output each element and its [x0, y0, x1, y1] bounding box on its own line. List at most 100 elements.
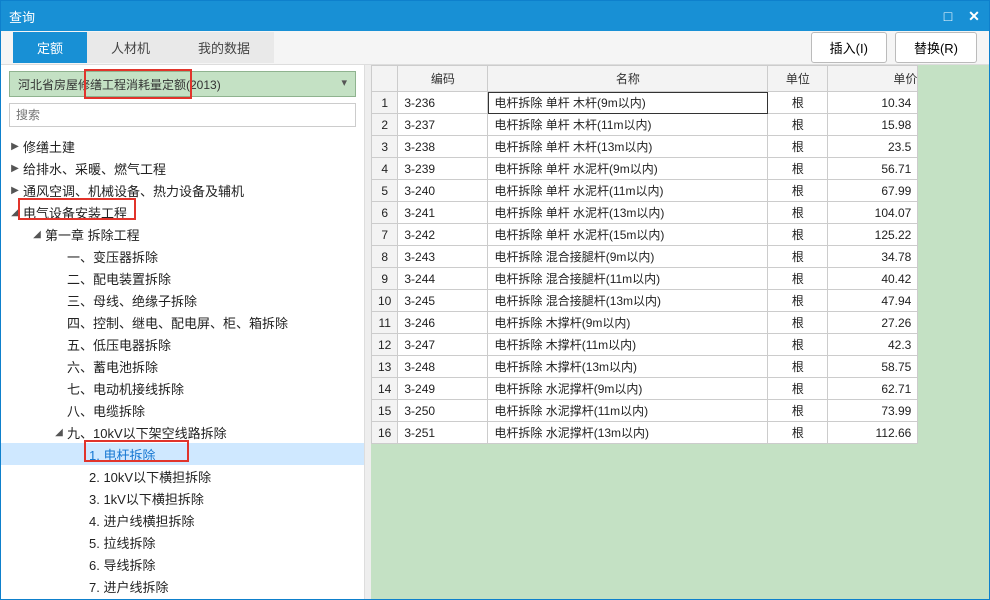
cell-price[interactable]: 47.94	[828, 290, 918, 312]
table-row[interactable]: 53-240电杆拆除 单杆 水泥杆(11m以内)根67.99	[372, 180, 918, 202]
table-row[interactable]: 103-245电杆拆除 混合接腿杆(13m以内)根47.94	[372, 290, 918, 312]
cell-seq[interactable]: 3	[372, 136, 398, 158]
tree-item[interactable]: 5. 拉线拆除	[1, 531, 364, 553]
cell-price[interactable]: 34.78	[828, 246, 918, 268]
table-row[interactable]: 113-246电杆拆除 木撑杆(9m以内)根27.26	[372, 312, 918, 334]
grid-scroll[interactable]: 编码 名称 单位 单价 13-236电杆拆除 单杆 木杆(9m以内)根10.34…	[371, 65, 989, 599]
table-row[interactable]: 63-241电杆拆除 单杆 水泥杆(13m以内)根104.07	[372, 202, 918, 224]
cell-code[interactable]: 3-248	[398, 356, 488, 378]
cell-unit[interactable]: 根	[768, 202, 828, 224]
cell-unit[interactable]: 根	[768, 246, 828, 268]
search-input[interactable]	[9, 103, 356, 127]
table-row[interactable]: 123-247电杆拆除 木撑杆(11m以内)根42.3	[372, 334, 918, 356]
cell-seq[interactable]: 9	[372, 268, 398, 290]
cell-price[interactable]: 58.75	[828, 356, 918, 378]
cell-unit[interactable]: 根	[768, 224, 828, 246]
col-seq-header[interactable]	[372, 66, 398, 92]
table-row[interactable]: 93-244电杆拆除 混合接腿杆(11m以内)根40.42	[372, 268, 918, 290]
cell-price[interactable]: 15.98	[828, 114, 918, 136]
cell-price[interactable]: 40.42	[828, 268, 918, 290]
cell-code[interactable]: 3-238	[398, 136, 488, 158]
tree-item[interactable]: 7. 进户线拆除	[1, 575, 364, 597]
tree-item[interactable]: 8. 杆上变压器及台架拆除	[1, 597, 364, 599]
cell-name[interactable]: 电杆拆除 单杆 木杆(11m以内)	[488, 114, 768, 136]
tab-quota[interactable]: 定额	[13, 32, 87, 63]
cell-name[interactable]: 电杆拆除 单杆 木杆(9m以内)	[488, 92, 768, 114]
table-row[interactable]: 73-242电杆拆除 单杆 水泥杆(15m以内)根125.22	[372, 224, 918, 246]
maximize-icon[interactable]: □	[941, 9, 955, 23]
tree-item[interactable]: ◢九、10kV以下架空线路拆除	[1, 421, 364, 443]
cell-seq[interactable]: 6	[372, 202, 398, 224]
cell-name[interactable]: 电杆拆除 单杆 水泥杆(9m以内)	[488, 158, 768, 180]
cell-unit[interactable]: 根	[768, 180, 828, 202]
cell-code[interactable]: 3-243	[398, 246, 488, 268]
cell-name[interactable]: 电杆拆除 混合接腿杆(9m以内)	[488, 246, 768, 268]
cell-unit[interactable]: 根	[768, 356, 828, 378]
expand-toggle-icon[interactable]: ▶	[9, 163, 21, 174]
expand-toggle-icon[interactable]: ◢	[53, 427, 65, 438]
tree-item[interactable]: 3. 1kV以下横担拆除	[1, 487, 364, 509]
cell-code[interactable]: 3-237	[398, 114, 488, 136]
expand-toggle-icon[interactable]: ◢	[31, 229, 43, 240]
cell-code[interactable]: 3-242	[398, 224, 488, 246]
table-row[interactable]: 163-251电杆拆除 水泥撑杆(13m以内)根112.66	[372, 422, 918, 444]
tree-item[interactable]: 一、变压器拆除	[1, 245, 364, 267]
tab-mydata[interactable]: 我的数据	[174, 32, 274, 63]
tree-item[interactable]: 2. 10kV以下横担拆除	[1, 465, 364, 487]
cell-name[interactable]: 电杆拆除 水泥撑杆(9m以内)	[488, 378, 768, 400]
tree-item[interactable]: ◢电气设备安装工程	[1, 201, 364, 223]
cell-seq[interactable]: 15	[372, 400, 398, 422]
cell-price[interactable]: 10.34	[828, 92, 918, 114]
tree-item[interactable]: ▶通风空调、机械设备、热力设备及辅机	[1, 179, 364, 201]
cell-name[interactable]: 电杆拆除 木撑杆(11m以内)	[488, 334, 768, 356]
tree-item[interactable]: 四、控制、继电、配电屏、柜、箱拆除	[1, 311, 364, 333]
cell-name[interactable]: 电杆拆除 木撑杆(13m以内)	[488, 356, 768, 378]
cell-name[interactable]: 电杆拆除 水泥撑杆(13m以内)	[488, 422, 768, 444]
cell-unit[interactable]: 根	[768, 400, 828, 422]
cell-seq[interactable]: 14	[372, 378, 398, 400]
cell-name[interactable]: 电杆拆除 单杆 水泥杆(11m以内)	[488, 180, 768, 202]
cell-seq[interactable]: 4	[372, 158, 398, 180]
cell-name[interactable]: 电杆拆除 单杆 水泥杆(15m以内)	[488, 224, 768, 246]
cell-unit[interactable]: 根	[768, 312, 828, 334]
cell-unit[interactable]: 根	[768, 334, 828, 356]
cell-code[interactable]: 3-249	[398, 378, 488, 400]
cell-unit[interactable]: 根	[768, 290, 828, 312]
cell-code[interactable]: 3-239	[398, 158, 488, 180]
cell-code[interactable]: 3-247	[398, 334, 488, 356]
cell-price[interactable]: 125.22	[828, 224, 918, 246]
cell-unit[interactable]: 根	[768, 92, 828, 114]
cell-code[interactable]: 3-236	[398, 92, 488, 114]
cell-seq[interactable]: 1	[372, 92, 398, 114]
cell-seq[interactable]: 2	[372, 114, 398, 136]
cell-unit[interactable]: 根	[768, 268, 828, 290]
cell-code[interactable]: 3-250	[398, 400, 488, 422]
tree-item[interactable]: 六、蓄电池拆除	[1, 355, 364, 377]
close-icon[interactable]: ✕	[967, 9, 981, 23]
cell-unit[interactable]: 根	[768, 114, 828, 136]
tree-item[interactable]: 6. 导线拆除	[1, 553, 364, 575]
cell-name[interactable]: 电杆拆除 单杆 木杆(13m以内)	[488, 136, 768, 158]
table-row[interactable]: 83-243电杆拆除 混合接腿杆(9m以内)根34.78	[372, 246, 918, 268]
replace-button[interactable]: 替换(R)	[895, 32, 977, 63]
table-row[interactable]: 133-248电杆拆除 木撑杆(13m以内)根58.75	[372, 356, 918, 378]
cell-price[interactable]: 56.71	[828, 158, 918, 180]
table-row[interactable]: 33-238电杆拆除 单杆 木杆(13m以内)根23.5	[372, 136, 918, 158]
cell-name[interactable]: 电杆拆除 水泥撑杆(11m以内)	[488, 400, 768, 422]
tree-item[interactable]: 七、电动机接线拆除	[1, 377, 364, 399]
cell-name[interactable]: 电杆拆除 混合接腿杆(13m以内)	[488, 290, 768, 312]
cell-price[interactable]: 67.99	[828, 180, 918, 202]
cell-code[interactable]: 3-240	[398, 180, 488, 202]
cell-code[interactable]: 3-241	[398, 202, 488, 224]
table-row[interactable]: 143-249电杆拆除 水泥撑杆(9m以内)根62.71	[372, 378, 918, 400]
tree-item[interactable]: 1. 电杆拆除	[1, 443, 364, 465]
cell-seq[interactable]: 8	[372, 246, 398, 268]
cell-seq[interactable]: 10	[372, 290, 398, 312]
cell-unit[interactable]: 根	[768, 136, 828, 158]
cell-code[interactable]: 3-245	[398, 290, 488, 312]
cell-price[interactable]: 112.66	[828, 422, 918, 444]
tree-item[interactable]: 三、母线、绝缘子拆除	[1, 289, 364, 311]
cell-code[interactable]: 3-251	[398, 422, 488, 444]
cell-seq[interactable]: 13	[372, 356, 398, 378]
tree-item[interactable]: ▶给排水、采暖、燃气工程	[1, 157, 364, 179]
